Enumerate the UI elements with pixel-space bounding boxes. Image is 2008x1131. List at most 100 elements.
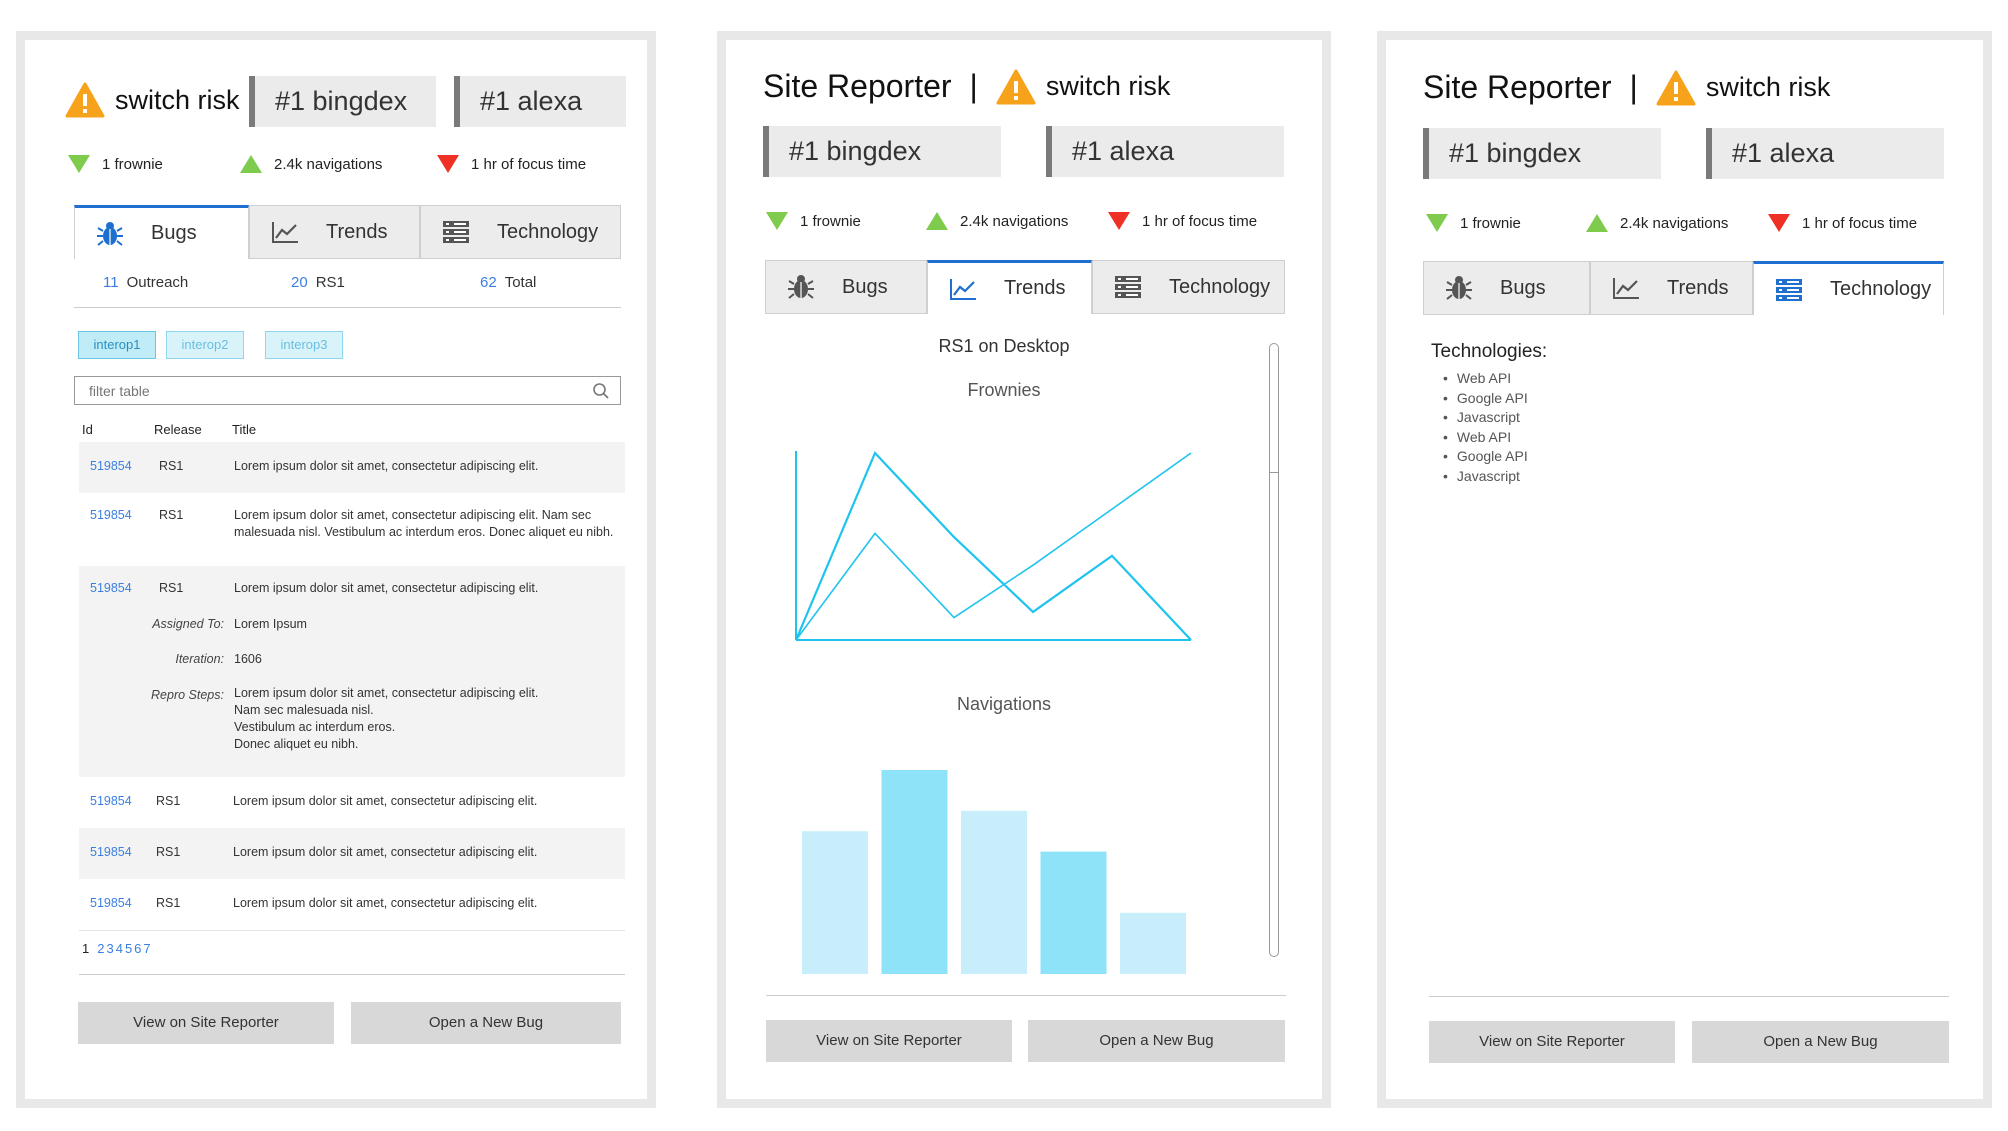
page-link[interactable]: 3: [106, 941, 113, 956]
panel-header: switch risk: [65, 82, 240, 118]
technologies-heading: Technologies:: [1431, 341, 1548, 362]
stat-frownie: 1 frownie: [766, 212, 861, 230]
column-header-release[interactable]: Release: [154, 422, 202, 437]
bug-id-link[interactable]: 519854: [90, 580, 132, 597]
rank-bingdex: #1 bingdex: [763, 126, 1001, 177]
down-triangle-red-icon: [1108, 212, 1130, 230]
filter-chip-interop3[interactable]: interop3: [265, 331, 343, 359]
tab-trends[interactable]: Trends: [249, 205, 420, 259]
bug-icon: [1444, 275, 1474, 301]
down-triangle-icon: [68, 155, 90, 173]
page-link[interactable]: 6: [134, 941, 141, 956]
bug-title: Lorem ipsum dolor sit amet, consectetur …: [233, 794, 538, 808]
bug-title: Lorem ipsum dolor sit amet, consectetur …: [234, 459, 539, 473]
scrollbar-thumb[interactable]: [1270, 344, 1278, 473]
tab-technology[interactable]: Technology: [1092, 260, 1285, 314]
bar: [802, 831, 868, 974]
up-triangle-icon: [1586, 214, 1608, 232]
bug-title: Lorem ipsum dolor sit amet, consectetur …: [234, 581, 539, 595]
tab-trends[interactable]: Trends: [927, 260, 1092, 314]
tab-trends[interactable]: Trends: [1590, 261, 1753, 315]
trends-panel: Site Reporter | switch risk #1 bingdex #…: [717, 31, 1331, 1108]
switch-risk-label: switch risk: [1705, 72, 1831, 102]
stat-frownie: 1 frownie: [1426, 214, 1521, 232]
page-link[interactable]: 4: [116, 941, 123, 956]
stat-focus-time: 1 hr of focus time: [1768, 214, 1917, 232]
open-new-bug-button[interactable]: Open a New Bug: [1028, 1020, 1285, 1062]
down-triangle-red-icon: [437, 155, 459, 173]
tab-bugs[interactable]: Bugs: [765, 260, 927, 314]
column-header-id[interactable]: Id: [82, 422, 93, 437]
rank-bingdex: #1 bingdex: [1423, 128, 1661, 179]
stat-focus-time: 1 hr of focus time: [437, 155, 586, 173]
trend-chart-icon: [1611, 275, 1641, 301]
bug-id-link[interactable]: 519854: [90, 793, 132, 810]
filter-chip-interop1[interactable]: interop1: [78, 331, 156, 359]
frownies-line-chart: [794, 451, 1192, 641]
down-triangle-icon: [1426, 214, 1448, 232]
bug-title: Lorem ipsum dolor sit amet, consectetur …: [233, 845, 538, 859]
rank-alexa: #1 alexa: [454, 76, 626, 127]
down-triangle-red-icon: [1768, 214, 1790, 232]
switch-risk-label: switch risk: [1045, 71, 1171, 101]
assigned-to-value: Lorem Ipsum: [234, 617, 307, 631]
technology-panel: Site Reporter | switch risk #1 bingdex #…: [1377, 31, 1992, 1108]
series-line-2: [795, 452, 1192, 641]
table-row[interactable]: 519854 RS1 Lorem ipsum dolor sit amet, c…: [79, 493, 625, 566]
app-title: Site Reporter: [1423, 69, 1612, 105]
bug-id-link[interactable]: 519854: [90, 458, 132, 475]
open-new-bug-button[interactable]: Open a New Bug: [1692, 1021, 1949, 1063]
tab-bugs[interactable]: Bugs: [1423, 261, 1590, 315]
view-on-site-reporter-button[interactable]: View on Site Reporter: [1429, 1021, 1675, 1063]
filter-table-search[interactable]: [74, 376, 621, 405]
bug-release: RS1: [156, 845, 181, 859]
navigations-chart-title: Navigations: [956, 694, 1052, 714]
search-icon[interactable]: [592, 382, 610, 400]
count-total[interactable]: 62 Total: [480, 274, 536, 291]
trend-chart-icon: [948, 276, 978, 302]
page-link[interactable]: 2: [97, 941, 104, 956]
open-new-bug-button[interactable]: Open a New Bug: [351, 1002, 621, 1044]
stat-navigations: 2.4k navigations: [1586, 214, 1728, 232]
page-link[interactable]: 7: [143, 941, 150, 956]
stat-navigations: 2.4k navigations: [240, 155, 382, 173]
tab-bugs[interactable]: Bugs: [74, 205, 249, 259]
table-row[interactable]: 519854 RS1 Lorem ipsum dolor sit amet, c…: [79, 777, 625, 828]
bug-id-link[interactable]: 519854: [90, 895, 132, 912]
tab-bar: Bugs Trends Technology: [74, 205, 621, 259]
trends-panel-card: Site Reporter | switch risk #1 bingdex #…: [726, 40, 1322, 1099]
page-link[interactable]: 5: [125, 941, 132, 956]
table-row[interactable]: 519854 RS1 Lorem ipsum dolor sit amet, c…: [79, 442, 625, 493]
warning-icon: [996, 69, 1036, 105]
bug-id-link[interactable]: 519854: [90, 507, 132, 524]
table-row[interactable]: 519854 RS1 Lorem ipsum dolor sit amet, c…: [79, 879, 625, 930]
frownies-chart-title: Frownies: [967, 380, 1041, 400]
repro-steps-label: Repro Steps:: [151, 688, 224, 702]
count-rs1[interactable]: 20 RS1: [291, 274, 345, 291]
view-on-site-reporter-button[interactable]: View on Site Reporter: [766, 1020, 1012, 1062]
stat-navigations: 2.4k navigations: [926, 212, 1068, 230]
iteration-value: 1606: [234, 652, 262, 666]
table-row-expanded[interactable]: 519854 RS1 Lorem ipsum dolor sit amet, c…: [79, 566, 625, 777]
filter-table-input[interactable]: [87, 377, 571, 404]
view-on-site-reporter-button[interactable]: View on Site Reporter: [78, 1002, 334, 1044]
app-title: Site Reporter: [763, 68, 952, 104]
up-triangle-icon: [240, 155, 262, 173]
list-item: Javascript: [1443, 408, 1528, 428]
column-header-title[interactable]: Title: [232, 422, 256, 437]
repro-step: Vestibulum ac interdum eros.: [234, 720, 396, 734]
tab-technology[interactable]: Technology: [1753, 261, 1944, 315]
bug-release: RS1: [159, 508, 184, 522]
vertical-scrollbar[interactable]: [1269, 343, 1279, 957]
bar: [881, 770, 948, 974]
switch-risk-label: switch risk: [115, 84, 240, 115]
filter-chip-interop2[interactable]: interop2: [166, 331, 244, 359]
repro-step: Donec aliquet eu nibh.: [234, 737, 359, 751]
tab-technology[interactable]: Technology: [420, 205, 621, 259]
rank-alexa: #1 alexa: [1046, 126, 1284, 177]
assigned-to-label: Assigned To:: [152, 617, 224, 631]
count-outreach[interactable]: 11 Outreach: [103, 274, 188, 291]
trend-chart-icon: [270, 219, 300, 245]
bug-id-link[interactable]: 519854: [90, 844, 132, 861]
table-row[interactable]: 519854 RS1 Lorem ipsum dolor sit amet, c…: [79, 828, 625, 879]
